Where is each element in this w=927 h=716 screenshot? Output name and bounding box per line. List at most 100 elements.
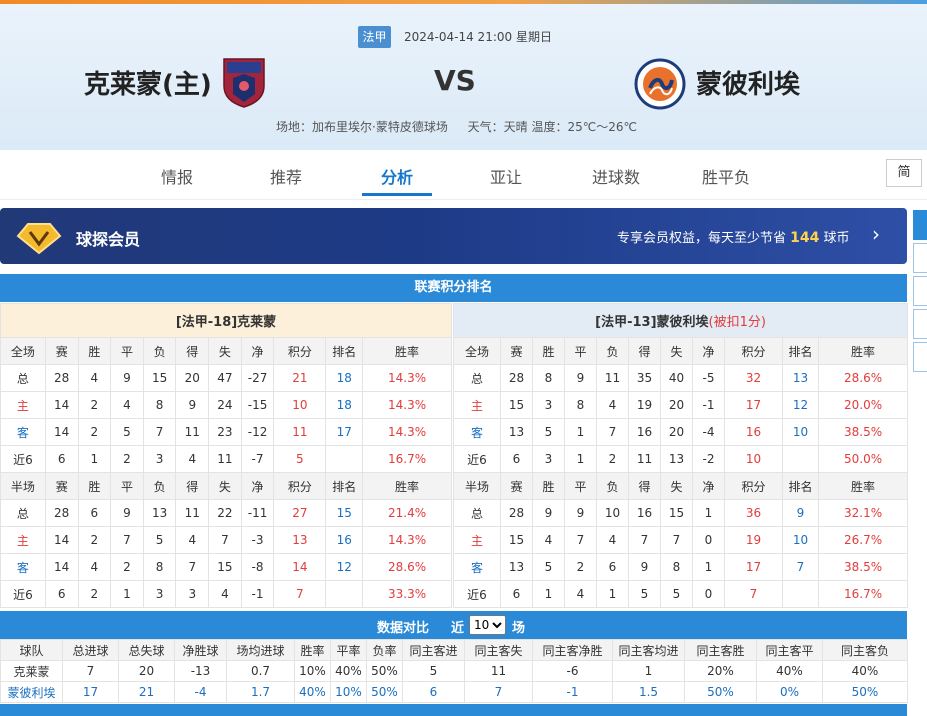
next-section-bar — [0, 704, 907, 716]
standings-row: 近6 6 1 4 1 5 5 0 7 16.7% — [453, 580, 909, 608]
standings-cell: 22 — [208, 499, 242, 527]
tab-recommend[interactable]: 推荐 — [270, 164, 302, 188]
standings-cell: 12 — [325, 553, 364, 581]
standings-header-cell: 净 — [692, 337, 725, 365]
venue-text: 场地：加布里埃尔·蒙特皮德球场 — [276, 120, 448, 134]
standings-header-cell: 得 — [175, 472, 210, 500]
standings-cell: 主 — [453, 526, 501, 554]
standings-header-cell: 半场 — [453, 472, 501, 500]
standings-row: 主 15 4 7 4 7 7 0 19 10 26.7% — [453, 526, 909, 554]
standings-cell: 21 — [273, 364, 327, 392]
standings-row: 客 13 5 1 7 16 20 -4 16 10 38.5% — [453, 418, 909, 446]
compare-cell: 50% — [684, 681, 757, 703]
standings-row: 客 14 2 5 7 11 23 -12 11 17 14.3% — [0, 418, 452, 446]
compare-cell: 17 — [62, 681, 119, 703]
league-tag[interactable]: 法甲 — [358, 26, 391, 48]
standings-cell: 15 — [142, 364, 177, 392]
away-team-logo[interactable] — [634, 58, 686, 110]
side-button[interactable] — [913, 342, 927, 372]
tab-1x2[interactable]: 胜平负 — [702, 164, 750, 188]
compare-header-cell: 总失球 — [118, 639, 175, 661]
standings-cell: 14 — [44, 418, 79, 446]
standings-cell: 总 — [453, 364, 501, 392]
compare-row: 克莱蒙 7 20 -13 0.7 10% 40% 50% 5 11 -6 1 20% 40% 40% — [0, 660, 908, 682]
home-standings-title[interactable]: [法甲-18]克莱蒙 — [0, 303, 452, 338]
standings-cell: 总 — [453, 499, 501, 527]
standings-header-cell: 失 — [208, 472, 242, 500]
vip-amount: 144 — [790, 230, 820, 246]
points-deduction-note: (被扣1分) — [708, 315, 766, 330]
side-button[interactable] — [913, 276, 927, 306]
standings-cell: 5 — [532, 418, 565, 446]
vip-banner[interactable]: 球探会员 专享会员权益，每天至少节省 144 球币 › — [0, 208, 907, 264]
side-quick-buttons — [913, 210, 927, 375]
standings-header-cell: 赛 — [44, 337, 79, 365]
compare-cell: 1.7 — [226, 681, 295, 703]
home-standings-table: [法甲-18]克莱蒙 全场赛胜平负得失净积分 排名 胜率总 28 4 9 15 20 47 -27… — [0, 303, 452, 608]
compare-header-cell: 负率 — [366, 639, 403, 661]
standings-cell: 32 — [724, 364, 783, 392]
side-button[interactable] — [913, 210, 927, 240]
home-team-logo[interactable] — [221, 56, 267, 108]
home-team-name[interactable]: 克莱蒙(主) — [84, 64, 212, 101]
standings-row: 近6 6 1 2 3 4 11 -7 5 16.7% — [0, 445, 452, 473]
standings-cell: 客 — [0, 418, 46, 446]
standings-cell: 13 — [500, 553, 533, 581]
standings-cell: 4 — [564, 580, 597, 608]
standings-cell: 11 — [208, 445, 242, 473]
away-team-name[interactable]: 蒙彼利埃 — [696, 64, 800, 101]
standings-cell: 7 — [724, 580, 783, 608]
tab-asian-handicap[interactable]: 亚让 — [490, 164, 522, 188]
weather-text: 天气：天晴 温度：25℃～26℃ — [467, 120, 637, 134]
standings-header-row: 全场赛胜平负得失净积分 排名 胜率 — [0, 337, 452, 365]
standings-header-cell: 赛 — [500, 472, 533, 500]
recent-matches-select[interactable]: 10 — [469, 615, 506, 635]
standings-cell: 28 — [44, 364, 79, 392]
standings-row: 总 28 6 9 13 11 22 -11 27 15 21.4% — [0, 499, 452, 527]
compare-cell: 50% — [822, 681, 908, 703]
matches-unit-label: 场 — [512, 621, 526, 636]
standings-cell: 26.7% — [817, 526, 909, 554]
standings-cell: 50.0% — [817, 445, 909, 473]
standings-header-cell: 胜 — [532, 472, 565, 500]
standings-header-cell: 失 — [660, 472, 693, 500]
standings-cell: 4 — [596, 391, 629, 419]
standings-row: 近6 6 2 1 3 3 4 -1 7 33.3% — [0, 580, 452, 608]
side-button[interactable] — [913, 243, 927, 273]
standings-cell: 4 — [77, 553, 112, 581]
standings-cell: 2 — [596, 445, 629, 473]
standings-cell: 2 — [77, 526, 112, 554]
standings-row: 主 15 3 8 4 19 20 -1 17 12 20.0% — [453, 391, 909, 419]
compare-cell: 20 — [118, 660, 175, 682]
tab-goals[interactable]: 进球数 — [592, 164, 640, 188]
tab-analysis[interactable]: 分析 — [381, 164, 413, 188]
compare-team-name[interactable]: 克莱蒙 — [0, 660, 63, 682]
tab-intel[interactable]: 情报 — [161, 164, 193, 188]
standings-header-cell: 净 — [240, 472, 275, 500]
compare-cell: -13 — [174, 660, 227, 682]
standings-cell: -1 — [692, 391, 725, 419]
standings-cell: 28.6% — [817, 364, 909, 392]
standings-cell: 10 — [724, 445, 783, 473]
standings-cell: 8 — [142, 553, 177, 581]
standings-header-cell: 胜率 — [817, 337, 909, 365]
standings-header-cell: 胜 — [77, 472, 112, 500]
standings-cell: 17 — [325, 418, 364, 446]
side-button[interactable] — [913, 309, 927, 339]
away-standings-name: [法甲-13]蒙彼利埃 — [595, 315, 709, 330]
compare-cell: -1 — [532, 681, 613, 703]
standings-cell: 6 — [77, 499, 112, 527]
compare-team-name[interactable]: 蒙彼利埃 — [0, 681, 63, 703]
standings-header-cell: 排名 — [782, 337, 819, 365]
chevron-right-icon[interactable]: › — [872, 222, 880, 246]
away-standings-title[interactable]: [法甲-13]蒙彼利埃(被扣1分) — [452, 303, 909, 338]
standings-header-cell: 积分 — [273, 337, 327, 365]
standings-cell: 1 — [596, 580, 629, 608]
standings-header-cell: 失 — [208, 337, 242, 365]
standings-header-cell: 排名 — [325, 472, 364, 500]
standings-cell: 7 — [208, 526, 242, 554]
standings-cell: 9 — [628, 553, 661, 581]
standings-header-cell: 平 — [564, 472, 597, 500]
simplified-chinese-button[interactable]: 简 — [886, 159, 922, 187]
standings-cell: 主 — [453, 391, 501, 419]
